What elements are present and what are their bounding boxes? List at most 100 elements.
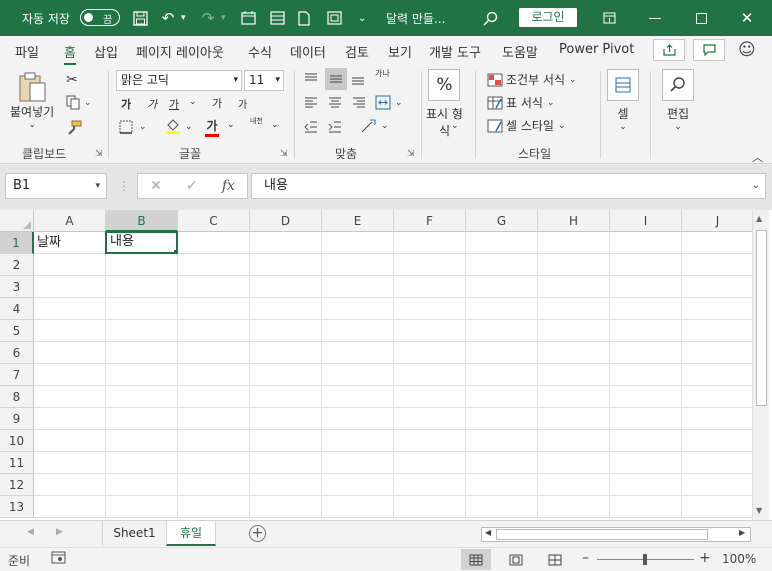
cancel-icon[interactable]: ✕ [150, 178, 162, 194]
fill-color-icon[interactable]: ⌄ [165, 118, 193, 135]
cell-a8[interactable] [34, 386, 106, 408]
cell-e6[interactable] [322, 342, 394, 364]
tab-data[interactable]: 데이터 [290, 42, 326, 61]
cell-i8[interactable] [610, 386, 682, 408]
cell-i6[interactable] [610, 342, 682, 364]
cell-a4[interactable] [34, 298, 106, 320]
add-sheet-icon[interactable]: + [249, 525, 266, 542]
row-header-12[interactable]: 12 [0, 474, 34, 496]
cut-icon[interactable]: ✂ [66, 72, 78, 88]
undo-icon[interactable]: ↶ [158, 0, 178, 36]
vertical-scrollbar[interactable]: ▲ ▼ [752, 210, 769, 520]
cell-d4[interactable] [250, 298, 322, 320]
column-header-a[interactable]: A [34, 210, 106, 232]
page-break-view-icon[interactable] [540, 549, 570, 570]
cell-d12[interactable] [250, 474, 322, 496]
tab-power-pivot[interactable]: Power Pivot [559, 42, 634, 57]
column-header-c[interactable]: C [178, 210, 250, 232]
italic-button[interactable]: 가 [147, 96, 157, 112]
cell-a10[interactable] [34, 430, 106, 452]
font-size-combo[interactable]: 11 ▾ [244, 70, 284, 91]
maximize-icon[interactable] [678, 0, 724, 36]
table-format-button[interactable]: 표 서식 ⌄ [487, 94, 554, 111]
enter-icon[interactable]: ✓ [186, 178, 198, 194]
cell-g10[interactable] [466, 430, 538, 452]
column-header-b[interactable]: B [106, 210, 178, 232]
cell-i12[interactable] [610, 474, 682, 496]
scroll-left-icon[interactable]: ◀ [485, 528, 491, 537]
prev-sheet-icon[interactable]: ◀ [27, 527, 34, 537]
conditional-format-button[interactable]: 조건부 서식 ⌄ [487, 71, 577, 88]
row-header-5[interactable]: 5 [0, 320, 34, 342]
cell-h9[interactable] [538, 408, 610, 430]
row-header-7[interactable]: 7 [0, 364, 34, 386]
cell-j1[interactable] [682, 232, 754, 254]
print-preview-icon[interactable] [324, 0, 344, 36]
tab-view[interactable]: 보기 [388, 42, 412, 61]
cell-f4[interactable] [394, 298, 466, 320]
cell-h2[interactable] [538, 254, 610, 276]
wrap-text-button[interactable]: 가나 [375, 70, 391, 78]
form-icon[interactable] [267, 0, 287, 36]
cell-a2[interactable] [34, 254, 106, 276]
cell-c12[interactable] [178, 474, 250, 496]
minimize-icon[interactable]: — [632, 0, 678, 36]
autosave-toggle[interactable]: 끔 [80, 9, 120, 26]
cell-i10[interactable] [610, 430, 682, 452]
cell-a9[interactable] [34, 408, 106, 430]
cell-g1[interactable] [466, 232, 538, 254]
row-header-2[interactable]: 2 [0, 254, 34, 276]
cell-d8[interactable] [250, 386, 322, 408]
cell-g11[interactable] [466, 452, 538, 474]
accessibility-icon[interactable] [51, 551, 66, 567]
align-bottom-icon[interactable] [350, 72, 366, 86]
row-header-13[interactable]: 13 [0, 496, 34, 518]
cell-g12[interactable] [466, 474, 538, 496]
cell-f13[interactable] [394, 496, 466, 518]
column-header-e[interactable]: E [322, 210, 394, 232]
cell-d2[interactable] [250, 254, 322, 276]
sheet-tab-holiday[interactable]: 휴일 [166, 521, 216, 546]
insert-function-button[interactable]: fx [222, 178, 235, 194]
column-header-g[interactable]: G [466, 210, 538, 232]
search-icon[interactable] [480, 0, 500, 36]
row-header-10[interactable]: 10 [0, 430, 34, 452]
align-center-icon[interactable] [327, 96, 343, 110]
font-color-dropdown-icon[interactable]: ⌄ [227, 120, 235, 130]
border-icon[interactable]: ⌄ [119, 120, 147, 134]
row-header-6[interactable]: 6 [0, 342, 34, 364]
cell-b13[interactable] [106, 496, 178, 518]
cell-j11[interactable] [682, 452, 754, 474]
customize-toolbar-icon[interactable]: ⌄ [358, 0, 366, 36]
undo-dropdown-icon[interactable]: ▾ [181, 0, 186, 36]
cell-h3[interactable] [538, 276, 610, 298]
page-layout-view-icon[interactable] [501, 549, 531, 570]
zoom-in-icon[interactable]: + [699, 550, 711, 566]
cell-d1[interactable] [250, 232, 322, 254]
cell-h8[interactable] [538, 386, 610, 408]
formula-input[interactable]: 내용 ⌄ [251, 173, 766, 199]
cell-b1[interactable]: 내용 [105, 231, 178, 254]
cell-h1[interactable] [538, 232, 610, 254]
cell-a3[interactable] [34, 276, 106, 298]
cell-e5[interactable] [322, 320, 394, 342]
orientation-icon[interactable]: ⌄ [360, 118, 389, 134]
normal-view-icon[interactable] [461, 549, 491, 570]
cell-h10[interactable] [538, 430, 610, 452]
redo-icon[interactable]: ↷ [198, 0, 218, 36]
cell-b12[interactable] [106, 474, 178, 496]
zoom-out-icon[interactable]: – [582, 550, 589, 566]
comments-button[interactable] [693, 39, 725, 61]
cell-b9[interactable] [106, 408, 178, 430]
cell-d10[interactable] [250, 430, 322, 452]
cell-a11[interactable] [34, 452, 106, 474]
cell-b2[interactable] [106, 254, 178, 276]
cell-j13[interactable] [682, 496, 754, 518]
row-header-1[interactable]: 1 [0, 232, 34, 254]
select-all-button[interactable] [0, 210, 34, 232]
cell-j7[interactable] [682, 364, 754, 386]
cell-j4[interactable] [682, 298, 754, 320]
formula-bar-grip-icon[interactable]: ⋮ [118, 179, 130, 193]
cell-i4[interactable] [610, 298, 682, 320]
column-header-h[interactable]: H [538, 210, 610, 232]
